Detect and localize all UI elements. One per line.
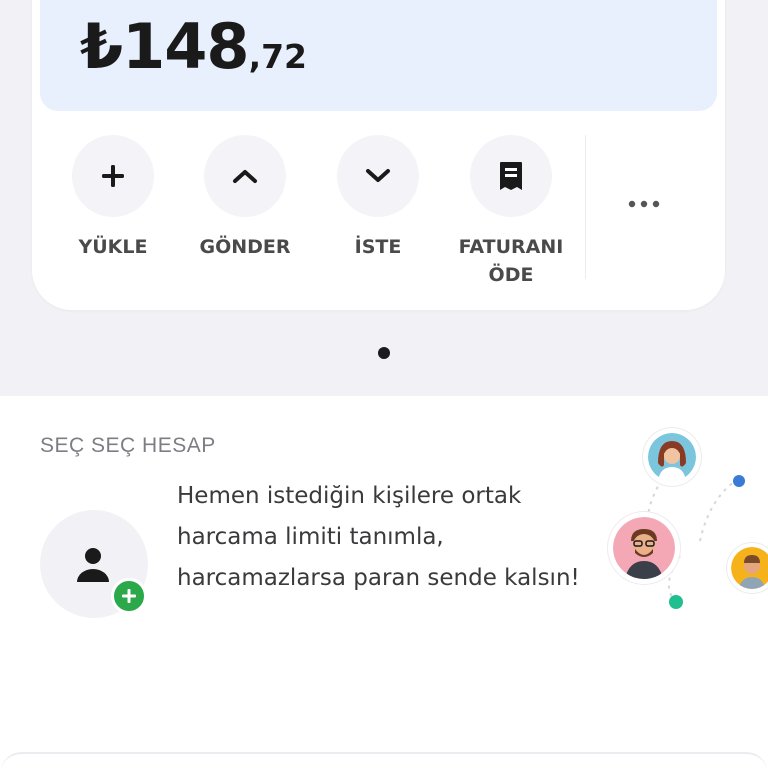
- plus-badge-icon: [111, 578, 147, 614]
- quick-actions: YÜKLE GÖNDER İSTE FATURANI ÖDE: [32, 135, 725, 310]
- request-money-label: İSTE: [354, 236, 402, 258]
- sec-sec-hesap-promo[interactable]: SEÇ SEÇ HESAP Hemen istediğin kişilere o…: [0, 396, 768, 768]
- wallet-card: ₺148,72 YÜKLE GÖNDER İSTE FATURANI ÖDE: [32, 0, 725, 310]
- balance-whole: 148: [122, 10, 249, 83]
- request-money-circle[interactable]: [337, 135, 419, 217]
- promo-title: SEÇ SEÇ HESAP: [40, 434, 216, 457]
- decorative-dot-blue: [733, 475, 745, 487]
- send-money-button[interactable]: GÖNDER: [178, 135, 312, 261]
- receipt-icon: [500, 162, 522, 190]
- balance-amount: ₺148,72: [80, 10, 307, 83]
- avatar-woman: [643, 428, 701, 486]
- currency-symbol: ₺: [80, 10, 123, 83]
- balance-cents: ,72: [248, 37, 308, 76]
- load-money-circle[interactable]: [72, 135, 154, 217]
- avatar-man-glasses: [608, 512, 680, 584]
- send-money-circle[interactable]: [204, 135, 286, 217]
- more-horizontal-icon: [628, 200, 660, 208]
- page-indicator-dot: [378, 347, 390, 359]
- decorative-dot-teal: [669, 595, 683, 609]
- chevron-down-icon: [366, 169, 390, 182]
- load-money-button[interactable]: YÜKLE: [46, 135, 180, 261]
- pay-bill-button[interactable]: FATURANI ÖDE: [444, 135, 578, 289]
- request-money-button[interactable]: İSTE: [311, 135, 445, 261]
- chevron-up-icon: [233, 170, 257, 183]
- pay-bill-label: FATURANI ÖDE: [458, 236, 564, 286]
- plus-icon: [102, 165, 124, 187]
- more-actions-button[interactable]: [606, 179, 682, 229]
- balance-box[interactable]: ₺148,72: [40, 0, 717, 111]
- next-section-card: [0, 752, 768, 768]
- pay-bill-circle[interactable]: [470, 135, 552, 217]
- add-person-icon: [40, 510, 148, 618]
- actions-divider: [585, 135, 586, 279]
- person-icon: [77, 548, 109, 582]
- load-money-label: YÜKLE: [78, 236, 148, 258]
- promo-description: Hemen istediğin kişilere ortak harcama l…: [177, 483, 580, 591]
- send-money-label: GÖNDER: [199, 236, 291, 258]
